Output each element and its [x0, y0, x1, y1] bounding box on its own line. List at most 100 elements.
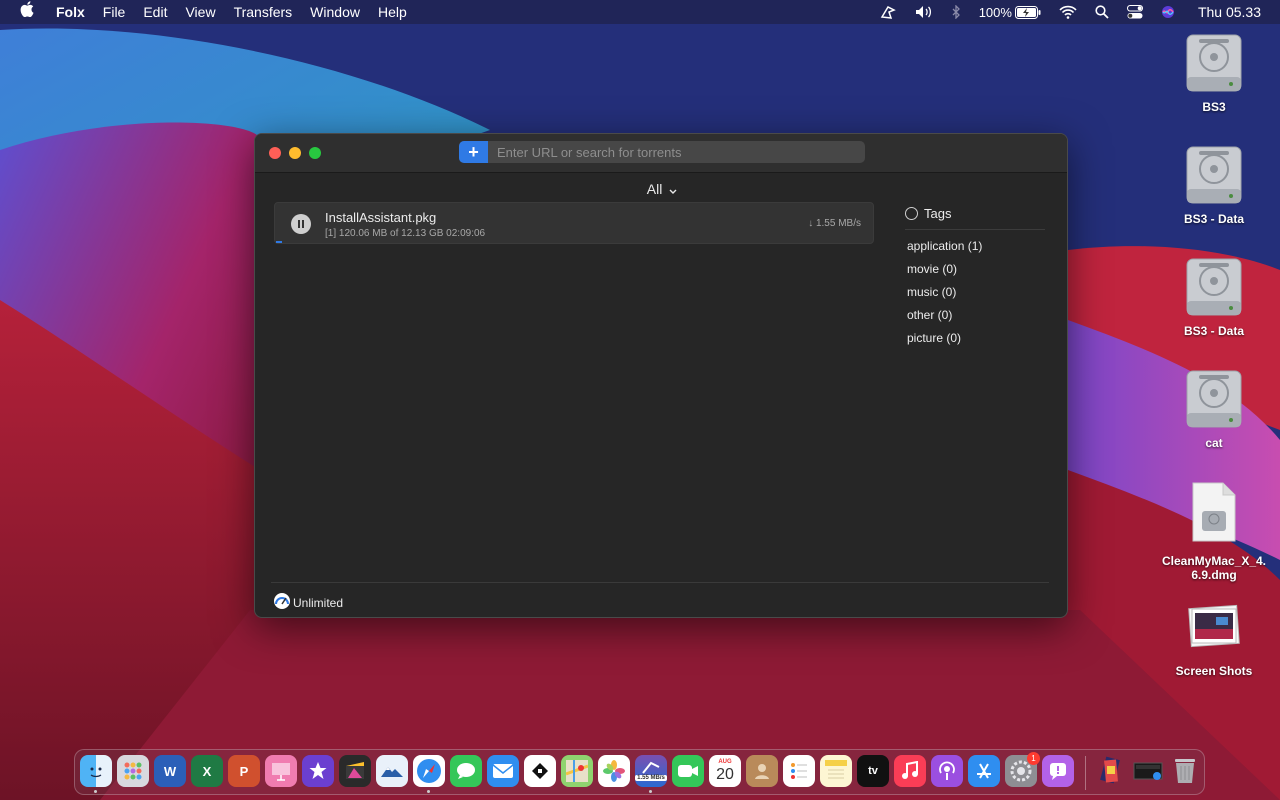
desktop-icon-label-line2: 6.9.dmg — [1191, 568, 1237, 582]
desktop-icon-label: CleanMyMac_X_4. — [1161, 554, 1267, 568]
dock-word-icon[interactable]: W — [154, 755, 186, 787]
desktop-icon-bs3[interactable]: BS3 — [1159, 33, 1269, 114]
tag-item-application[interactable]: application (1) — [905, 239, 1045, 253]
desktop-icon-label: cat — [1205, 436, 1223, 450]
dock-screenshot-stack-icon[interactable] — [1132, 755, 1164, 787]
dock-launchpad-icon[interactable] — [117, 755, 149, 787]
folder-icon — [1159, 603, 1269, 656]
menu-edit[interactable]: Edit — [134, 0, 176, 24]
folx-dock-speed-badge: 1.55 MB/s — [635, 775, 667, 781]
desktop-icon-cat[interactable]: cat — [1159, 369, 1269, 450]
dock-facetime-icon[interactable] — [672, 755, 704, 787]
spotlight-search-icon[interactable] — [1086, 0, 1118, 24]
tags-panel: Tags application (1) movie (0) music (0)… — [905, 206, 1045, 345]
zoom-button[interactable] — [309, 147, 321, 159]
speed-limit-control[interactable]: Unlimited — [273, 592, 343, 613]
running-indicator — [94, 790, 97, 793]
menu-clock[interactable]: Thu 05.33 — [1184, 0, 1270, 24]
status-footer: Unlimited — [271, 582, 1049, 617]
tag-item-music[interactable]: music (0) — [905, 285, 1045, 299]
tags-title: Tags — [924, 206, 952, 221]
menu-help[interactable]: Help — [369, 0, 416, 24]
folx-status-icon[interactable] — [870, 0, 906, 24]
calendar-day: 20 — [716, 766, 734, 783]
calendar-month: AUG — [718, 759, 732, 765]
menu-transfers[interactable]: Transfers — [225, 0, 302, 24]
volume-icon[interactable] — [906, 0, 942, 24]
title-bar: + — [255, 134, 1067, 173]
menu-bar: Folx File Edit View Transfers Window Hel… — [0, 0, 1280, 24]
dock-final-cut-icon[interactable] — [339, 755, 371, 787]
minimize-button[interactable] — [289, 147, 301, 159]
dock-imovie-icon[interactable] — [302, 755, 334, 787]
dock-music-icon[interactable] — [894, 755, 926, 787]
speedometer-icon — [273, 592, 291, 613]
desktop-icon-label: BS3 - Data — [1183, 212, 1245, 226]
dock-mail-icon[interactable] — [487, 755, 519, 787]
dock-apple-tv-icon[interactable]: tv — [857, 755, 889, 787]
tag-item-picture[interactable]: picture (0) — [905, 331, 1045, 345]
battery-percent: 100% — [978, 4, 1012, 20]
dock-notes-icon[interactable] — [820, 755, 852, 787]
desktop-icon-cleanmymac-dmg[interactable]: CleanMyMac_X_4. 6.9.dmg — [1159, 481, 1269, 582]
dock-mountain-icon[interactable] — [376, 755, 408, 787]
chevron-down-icon — [669, 182, 677, 198]
dock-maps-icon[interactable] — [561, 755, 593, 787]
dock-folx-icon[interactable]: 1.55 MB/s — [635, 755, 667, 787]
dock-app-store-icon[interactable] — [968, 755, 1000, 787]
dock-trash-icon[interactable] — [1169, 755, 1201, 787]
desktop-icon-screen-shots[interactable]: Screen Shots — [1159, 603, 1269, 678]
dock-safari-icon[interactable] — [413, 755, 445, 787]
filter-label: All — [646, 181, 663, 197]
dock-podcasts-icon[interactable] — [931, 755, 963, 787]
download-details: [1] 120.06 MB of 12.13 GB 02:09:06 — [325, 228, 486, 239]
menu-view[interactable]: View — [176, 0, 224, 24]
dock-photos-icon[interactable] — [598, 755, 630, 787]
dock-contacts-icon[interactable] — [746, 755, 778, 787]
tags-header[interactable]: Tags — [905, 206, 1045, 230]
tag-item-movie[interactable]: movie (0) — [905, 262, 1045, 276]
wifi-icon[interactable] — [1050, 0, 1086, 24]
settings-notification-badge: 1 — [1027, 752, 1040, 765]
dock-keynote-icon[interactable] — [265, 755, 297, 787]
hard-drive-icon — [1159, 257, 1269, 322]
pause-button[interactable] — [291, 214, 311, 234]
siri-icon[interactable] — [1152, 0, 1184, 24]
apple-menu-icon[interactable] — [0, 0, 47, 24]
battery-icon — [1014, 5, 1041, 19]
dock-calendar-icon[interactable]: AUG 20 — [709, 755, 741, 787]
menu-app-name[interactable]: Folx — [47, 0, 94, 24]
menu-window[interactable]: Window — [301, 0, 369, 24]
desktop-icon-bs3-data-2[interactable]: BS3 - Data — [1159, 257, 1269, 338]
running-indicator — [427, 790, 430, 793]
control-center-icon[interactable] — [1118, 0, 1152, 24]
filter-dropdown[interactable]: All — [255, 181, 1067, 198]
dock-messages-icon[interactable] — [450, 755, 482, 787]
dock-reminders-icon[interactable] — [783, 755, 815, 787]
url-search-input[interactable] — [488, 143, 865, 161]
dock-excel-icon[interactable]: X — [191, 755, 223, 787]
menu-file[interactable]: File — [94, 0, 135, 24]
battery-status[interactable]: 100% — [970, 0, 1050, 24]
dock: W X P 1.55 MB/s AUG 20 tv 1 — [74, 749, 1205, 795]
url-search-bar: + — [459, 141, 865, 163]
speed-limit-label: Unlimited — [293, 595, 344, 610]
dock-finder-icon[interactable] — [80, 755, 112, 787]
dock-powerpoint-icon[interactable]: P — [228, 755, 260, 787]
dock-downloads-stack-icon[interactable] — [1095, 755, 1127, 787]
tags-circle-icon — [905, 207, 918, 220]
dock-unknown-app-icon[interactable] — [524, 755, 556, 787]
download-item[interactable]: InstallAssistant.pkg [1] 120.06 MB of 12… — [274, 202, 874, 244]
add-download-button[interactable]: + — [459, 141, 488, 163]
desktop-icon-label: Screen Shots — [1175, 664, 1253, 678]
download-progress-bar — [276, 241, 282, 243]
dock-feedback-icon[interactable] — [1042, 755, 1074, 787]
desktop-icon-bs3-data[interactable]: BS3 - Data — [1159, 145, 1269, 226]
close-button[interactable] — [269, 147, 281, 159]
hard-drive-icon — [1159, 369, 1269, 434]
pause-icon — [298, 220, 304, 228]
bluetooth-icon[interactable] — [942, 0, 970, 24]
running-indicator — [649, 790, 652, 793]
download-speed: ↓ 1.55 MB/s — [808, 218, 861, 229]
tag-item-other[interactable]: other (0) — [905, 308, 1045, 322]
